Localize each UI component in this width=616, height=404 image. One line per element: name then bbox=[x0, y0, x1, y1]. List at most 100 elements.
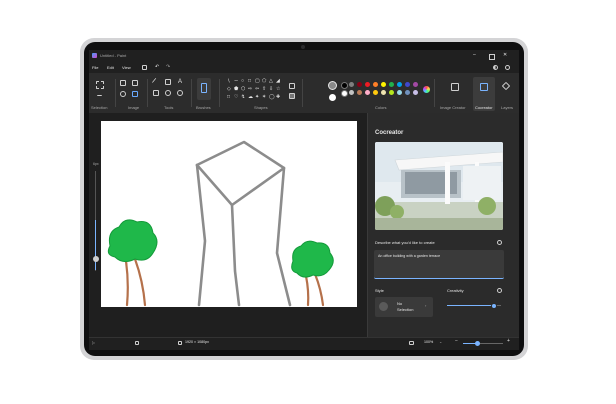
maximize-button[interactable] bbox=[489, 54, 495, 60]
palette-swatch[interactable] bbox=[341, 82, 348, 89]
palette-swatch[interactable] bbox=[373, 90, 378, 95]
style-label: Style bbox=[375, 288, 384, 293]
palette-swatch[interactable] bbox=[349, 90, 354, 95]
prompt-input[interactable]: An office building with a garden terrace bbox=[374, 250, 504, 279]
palette-swatch[interactable] bbox=[349, 82, 354, 87]
save-icon[interactable] bbox=[142, 65, 147, 70]
selection-size-icon bbox=[135, 341, 139, 345]
canvas-size-value: 1920 × 1080px bbox=[185, 340, 209, 344]
undo-icon[interactable]: ↶ bbox=[155, 65, 159, 70]
arrow-right-shape-icon[interactable]: ⇨ bbox=[248, 87, 252, 92]
style-value-line2: Selection bbox=[397, 307, 414, 312]
pentagon-shape-icon[interactable]: ⬟ bbox=[234, 87, 238, 92]
palette-swatch[interactable] bbox=[357, 90, 362, 95]
theme-icon[interactable] bbox=[493, 65, 498, 70]
rotate-icon[interactable] bbox=[120, 91, 126, 97]
right-triangle-shape-icon[interactable]: ◢ bbox=[276, 79, 280, 84]
zoom-in-icon[interactable]: + bbox=[507, 339, 510, 344]
canvas-size-icon bbox=[178, 341, 182, 345]
palette-swatch[interactable] bbox=[341, 90, 348, 97]
palette-swatch[interactable] bbox=[389, 90, 394, 95]
brushes-button[interactable] bbox=[197, 78, 211, 100]
chevron-right-icon: › bbox=[425, 303, 427, 308]
creativity-info-icon[interactable] bbox=[497, 288, 502, 293]
palette-swatch[interactable] bbox=[373, 82, 378, 87]
curve-shape-icon[interactable]: ∽ bbox=[234, 79, 238, 84]
cross-shape-icon[interactable]: ✚ bbox=[276, 95, 280, 100]
menu-file[interactable]: File bbox=[92, 66, 98, 70]
magnifier-icon[interactable] bbox=[177, 90, 183, 96]
generated-image-preview[interactable] bbox=[375, 142, 503, 230]
triangle-shape-icon[interactable]: △ bbox=[269, 79, 273, 84]
crop-icon[interactable] bbox=[120, 80, 126, 86]
palette-swatch[interactable] bbox=[397, 82, 402, 87]
close-button[interactable]: ✕ bbox=[503, 53, 507, 58]
palette-swatch[interactable] bbox=[365, 90, 370, 95]
style-thumbnail bbox=[379, 302, 388, 311]
lightning-shape-icon[interactable]: ↯ bbox=[241, 95, 245, 100]
arrow-up-shape-icon[interactable]: ⇧ bbox=[262, 87, 266, 92]
pencil-icon[interactable] bbox=[151, 77, 161, 87]
palette-swatch[interactable] bbox=[405, 82, 410, 87]
polygon-shape-icon[interactable]: ⬠ bbox=[262, 79, 266, 84]
minimize-button[interactable]: – bbox=[473, 53, 476, 58]
zoom-value[interactable]: 100% bbox=[424, 340, 433, 345]
shape-fill-icon[interactable] bbox=[289, 93, 295, 99]
palette-swatch[interactable] bbox=[413, 82, 418, 87]
describe-info-icon[interactable] bbox=[497, 240, 502, 245]
brush-size-slider-thumb[interactable] bbox=[93, 256, 99, 262]
redo-icon[interactable]: ↷ bbox=[166, 65, 170, 70]
palette-swatch[interactable] bbox=[357, 82, 362, 87]
star-shape-icon[interactable]: ☆ bbox=[276, 87, 280, 92]
hexagon-shape-icon[interactable]: ⬡ bbox=[241, 87, 245, 92]
rectangle-shape-icon[interactable]: □ bbox=[248, 79, 251, 84]
settings-icon[interactable] bbox=[505, 65, 510, 70]
brush-size-label: 6px bbox=[93, 162, 99, 166]
heart-shape-icon[interactable]: ♡ bbox=[234, 95, 238, 100]
line-shape-icon[interactable]: ∖ bbox=[227, 79, 230, 84]
selection-rectangle-icon[interactable] bbox=[96, 81, 104, 89]
palette-swatch[interactable] bbox=[405, 90, 410, 95]
rounded-rectangle-shape-icon[interactable]: ▢ bbox=[255, 79, 260, 84]
eraser-icon[interactable] bbox=[153, 90, 159, 96]
layers-icon[interactable] bbox=[501, 81, 511, 91]
zoom-slider-thumb[interactable] bbox=[475, 340, 480, 346]
menu-edit[interactable]: Edit bbox=[107, 66, 114, 70]
image-creator-icon[interactable] bbox=[451, 83, 459, 91]
color-picker-icon[interactable] bbox=[165, 90, 171, 96]
drawing-canvas[interactable] bbox=[101, 121, 357, 307]
callout-shape-icon[interactable]: □ bbox=[227, 95, 230, 100]
six-point-star-shape-icon[interactable]: ✶ bbox=[262, 95, 266, 100]
shape-outline-icon[interactable] bbox=[289, 83, 295, 89]
zoom-dropdown-icon[interactable]: ⌄ bbox=[439, 340, 442, 344]
cloud-shape-icon[interactable]: ☁ bbox=[248, 95, 253, 100]
fill-icon[interactable] bbox=[165, 79, 171, 85]
remove-background-icon[interactable] bbox=[132, 91, 138, 97]
ribbon-label-cocreator: Cocreator bbox=[475, 105, 493, 110]
selection-dropdown-icon[interactable] bbox=[97, 93, 102, 96]
palette-swatch[interactable] bbox=[381, 82, 386, 87]
fit-to-window-icon[interactable] bbox=[409, 341, 414, 345]
secondary-color-swatch[interactable] bbox=[329, 94, 336, 101]
palette-swatch[interactable] bbox=[413, 90, 418, 95]
resize-icon[interactable] bbox=[132, 80, 138, 86]
pointer-icon: ▷ bbox=[92, 340, 96, 345]
diamond-shape-icon[interactable]: ◇ bbox=[227, 87, 231, 92]
brush-size-slider-fill bbox=[95, 220, 97, 270]
palette-swatch[interactable] bbox=[365, 82, 370, 87]
text-tool-icon[interactable]: A bbox=[178, 79, 182, 85]
style-dropdown[interactable]: No Selection › bbox=[375, 297, 433, 317]
arrow-down-shape-icon[interactable]: ⇩ bbox=[269, 87, 273, 92]
primary-color-swatch[interactable] bbox=[328, 81, 337, 90]
zoom-out-icon[interactable]: − bbox=[455, 339, 458, 344]
palette-swatch[interactable] bbox=[397, 90, 402, 95]
menu-view[interactable]: View bbox=[122, 66, 131, 70]
speech-bubble-shape-icon[interactable]: ◯ bbox=[269, 95, 275, 100]
palette-swatch[interactable] bbox=[389, 82, 394, 87]
edit-colors-icon[interactable] bbox=[423, 86, 430, 93]
arrow-left-shape-icon[interactable]: ⇦ bbox=[255, 87, 259, 92]
four-point-star-shape-icon[interactable]: ✦ bbox=[255, 95, 259, 100]
creativity-slider-thumb[interactable] bbox=[491, 302, 497, 309]
palette-swatch[interactable] bbox=[381, 90, 386, 95]
oval-shape-icon[interactable]: ○ bbox=[241, 79, 244, 84]
